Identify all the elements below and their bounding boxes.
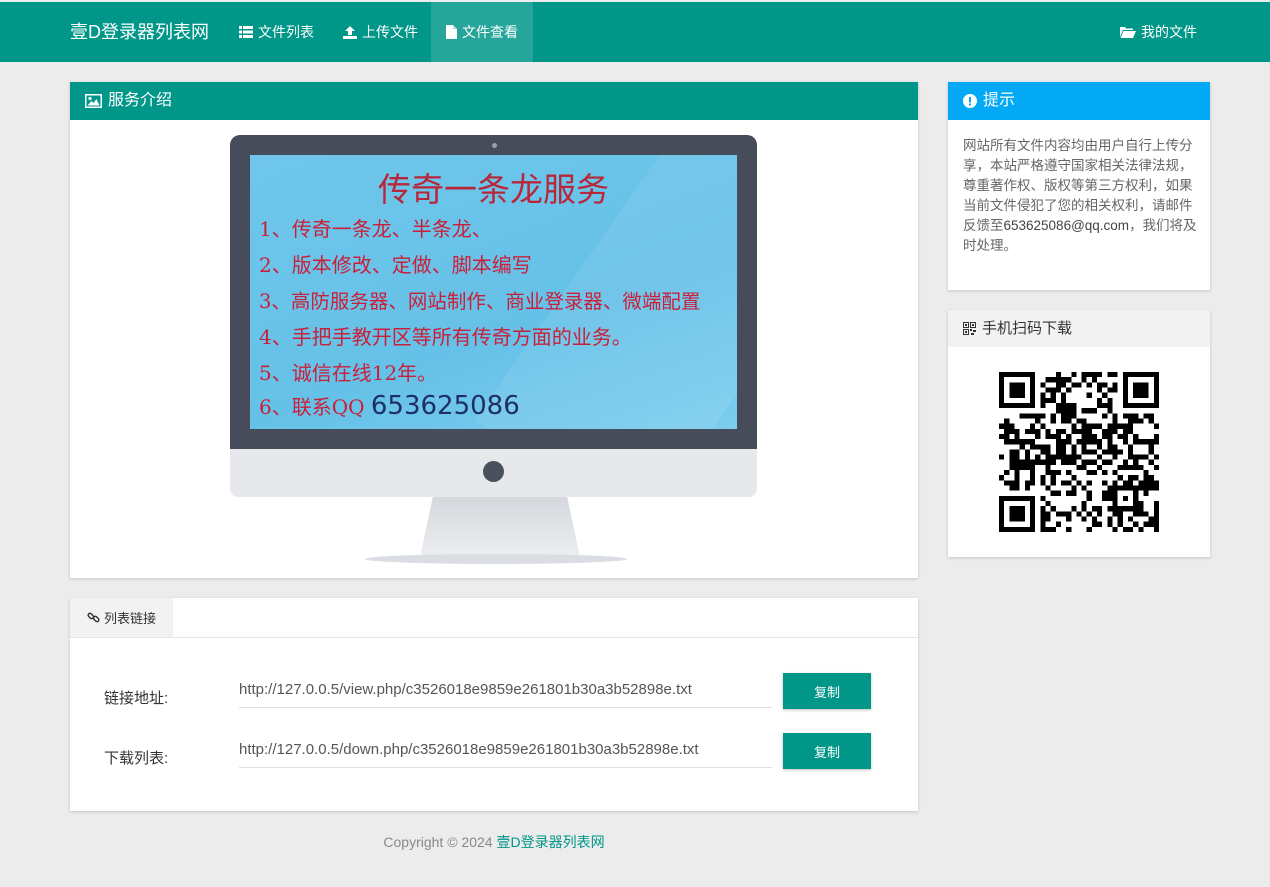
banner-line-4: 4、手把手教开区等所有传奇方面的业务。: [259, 325, 632, 349]
notice-panel: 提示 网站所有文件内容均由用户自行上传分享，本站严格遵守国家相关法律法规，尊重著…: [948, 82, 1210, 290]
qrcode-icon: [963, 322, 976, 335]
qr-code-image: [999, 372, 1159, 532]
footer-site-link[interactable]: 壹D登录器列表网: [496, 834, 604, 850]
nav-file-view[interactable]: 文件查看: [431, 2, 533, 62]
footer-copyright: Copyright © 2024: [383, 834, 497, 850]
nav-upload[interactable]: 上传文件: [328, 2, 433, 62]
folder-open-icon: [1120, 27, 1136, 38]
nav-my-files[interactable]: 我的文件: [1105, 2, 1212, 62]
banner-line-1: 1、传奇一条龙、半条龙、: [259, 217, 492, 241]
nav-file-view-label: 文件查看: [462, 24, 518, 40]
download-url-input[interactable]: [239, 732, 772, 768]
site-brand[interactable]: 壹D登录器列表网: [70, 2, 209, 62]
nav-file-list-label: 文件列表: [258, 24, 314, 40]
banner-contact-qq: 653625086: [370, 391, 520, 421]
notice-panel-header: 提示: [948, 82, 1210, 120]
exclamation-circle-icon: [963, 94, 977, 108]
links-panel: 列表链接 链接地址: 复制 下载列表: 复制: [70, 598, 918, 811]
qr-panel-header: 手机扫码下载: [948, 310, 1210, 347]
image-icon: [85, 94, 102, 108]
monitor-base: [365, 554, 627, 564]
qr-panel: 手机扫码下载: [948, 310, 1210, 557]
copy-download-url-button[interactable]: 复制: [783, 733, 871, 769]
banner-line-6: 6、联系QQ 653625086: [259, 391, 520, 421]
nav-upload-label: 上传文件: [362, 24, 418, 40]
notice-panel-title: 提示: [983, 92, 1016, 109]
monitor-chin: [230, 449, 757, 497]
banner-contact-prefix: 6、联系QQ: [259, 395, 371, 419]
service-panel-header: 服务介绍: [70, 82, 918, 120]
notice-text: 网站所有文件内容均由用户自行上传分享，本站严格遵守国家相关法律法规，尊重著作权、…: [963, 136, 1198, 256]
monitor-stand: [420, 497, 580, 557]
tab-list-links-label: 列表链接: [103, 611, 156, 626]
download-url-label: 下载列表:: [104, 750, 169, 767]
monitor-camera: [492, 143, 497, 148]
copy-view-url-button[interactable]: 复制: [783, 673, 871, 709]
monitor-screen: 传奇一条龙服务 1、传奇一条龙、半条龙、 2、版本修改、定做、脚本编写 3、高防…: [250, 155, 737, 429]
notice-email: 653625086@qq.com: [1003, 218, 1130, 233]
tab-divider: [70, 637, 918, 638]
view-url-input[interactable]: [239, 672, 772, 708]
link-icon: [87, 612, 100, 623]
qr-panel-title: 手机扫码下载: [982, 320, 1073, 337]
monitor-frame: 传奇一条龙服务 1、传奇一条龙、半条龙、 2、版本修改、定做、脚本编写 3、高防…: [230, 135, 757, 449]
nav-my-files-label: 我的文件: [1141, 24, 1197, 40]
top-navbar: 壹D登录器列表网 文件列表 上传文件 文件查看 我的文件: [0, 2, 1270, 62]
file-icon: [446, 25, 457, 39]
upload-icon: [343, 25, 357, 39]
list-icon: [239, 26, 253, 38]
nav-file-list[interactable]: 文件列表: [224, 2, 329, 62]
footer: Copyright © 2024 壹D登录器列表网: [70, 832, 918, 852]
view-url-label: 链接地址:: [104, 690, 169, 707]
banner-line-3: 3、高防服务器、网站制作、商业登录器、微端配置: [259, 290, 701, 313]
tab-list-links[interactable]: 列表链接: [70, 598, 173, 637]
service-banner-image: 传奇一条龙服务 1、传奇一条龙、半条龙、 2、版本修改、定做、脚本编写 3、高防…: [230, 135, 758, 565]
banner-line-2: 2、版本修改、定做、脚本编写: [259, 253, 532, 277]
banner-title: 传奇一条龙服务: [378, 170, 609, 209]
service-panel-title: 服务介绍: [108, 92, 173, 109]
service-panel: 服务介绍 传奇一条龙服务 1、传奇一条龙、半条龙、 2、版本修改、定做、脚本编写…: [70, 82, 918, 578]
banner-line-5: 5、诚信在线12年。: [259, 361, 438, 385]
monitor-power-button: [483, 461, 504, 482]
